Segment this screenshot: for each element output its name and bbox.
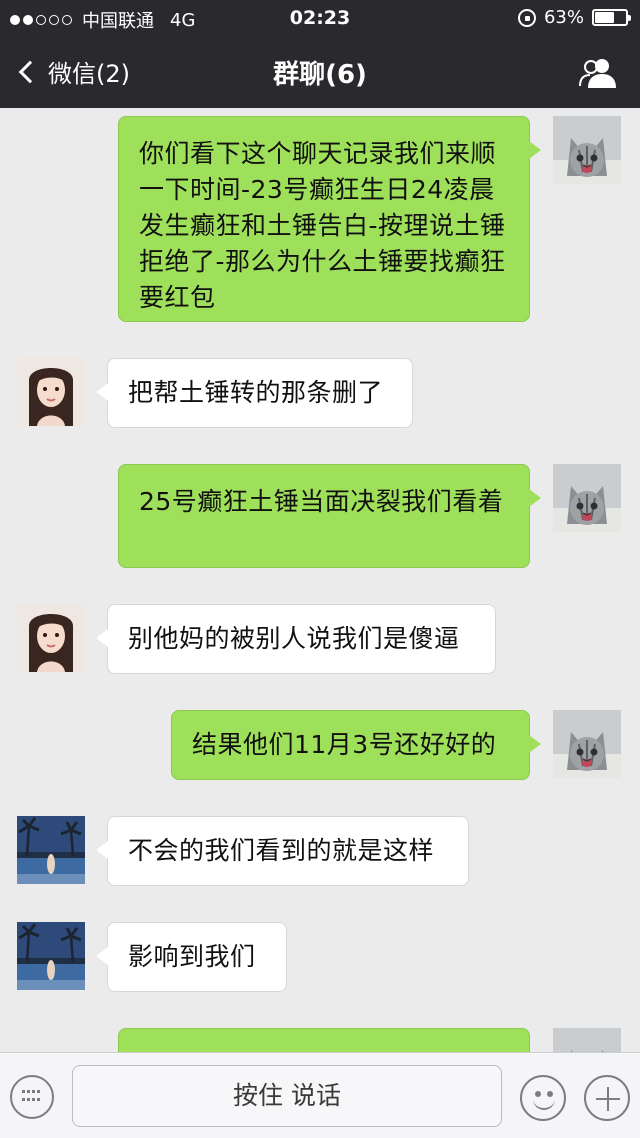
chat-message-list[interactable]: 你们看下这个聊天记录我们来顺一下时间-23号癫狂生日24凌晨发生癫狂和土锤告白-… — [0, 108, 640, 1052]
avatar-beach[interactable] — [17, 816, 85, 884]
avatar-kitten[interactable] — [553, 710, 621, 778]
sent-message-bubble[interactable]: 结果他们11月3号还好好的 — [171, 710, 541, 780]
sent-message-bubble[interactable]: 你们看下这个聊天记录我们来顺一下时间-23号癫狂生日24凌晨发生癫狂和土锤告白-… — [118, 116, 541, 322]
battery-icon — [592, 9, 631, 26]
avatar-girl[interactable] — [17, 604, 85, 672]
message-text: 25号癫狂土锤当面决裂我们看着 — [139, 487, 504, 516]
received-message-bubble[interactable]: 不会的我们看到的就是这样 — [96, 816, 469, 886]
message-text: 影响到我们 — [128, 942, 256, 971]
received-message-bubble[interactable]: 把帮土锤转的那条删了 — [96, 358, 413, 428]
avatar-kitten[interactable] — [553, 464, 621, 532]
avatar-girl[interactable] — [17, 358, 85, 426]
message-text: 结果他们11月3号还好好的 — [192, 730, 497, 759]
sent-message-bubble[interactable]: 25号癫狂土锤当面决裂我们看着 — [118, 464, 541, 568]
message-text: 把帮土锤转的那条删了 — [128, 378, 384, 407]
sent-message-bubble[interactable] — [118, 1028, 530, 1052]
received-message-bubble[interactable]: 别他妈的被别人说我们是傻逼 — [96, 604, 496, 674]
message-text: 不会的我们看到的就是这样 — [128, 836, 435, 865]
rotation-lock-icon — [517, 8, 536, 27]
emoji-icon[interactable] — [520, 1075, 566, 1121]
received-message-bubble[interactable]: 影响到我们 — [96, 922, 287, 992]
group-members-icon[interactable] — [578, 56, 618, 90]
nav-bar: 微信(2) 群聊(6) — [0, 36, 640, 108]
hold-to-talk-button[interactable]: 按住 说话 — [72, 1065, 502, 1127]
status-bar: 中国联通 4G 02:23 63% — [0, 0, 640, 36]
keyboard-toggle-icon[interactable] — [10, 1075, 54, 1119]
message-text: 你们看下这个聊天记录我们来顺一下时间-23号癫狂生日24凌晨发生癫狂和土锤告白-… — [139, 139, 506, 312]
avatar-kitten[interactable] — [553, 1028, 621, 1052]
plus-icon[interactable] — [584, 1075, 630, 1121]
avatar-kitten[interactable] — [553, 116, 621, 184]
avatar-beach[interactable] — [17, 922, 85, 990]
chat-title: 群聊(6) — [273, 60, 367, 90]
battery-percent: 63% — [543, 7, 584, 28]
message-text: 别他妈的被别人说我们是傻逼 — [128, 624, 460, 653]
input-bar: 按住 说话 — [0, 1052, 640, 1138]
